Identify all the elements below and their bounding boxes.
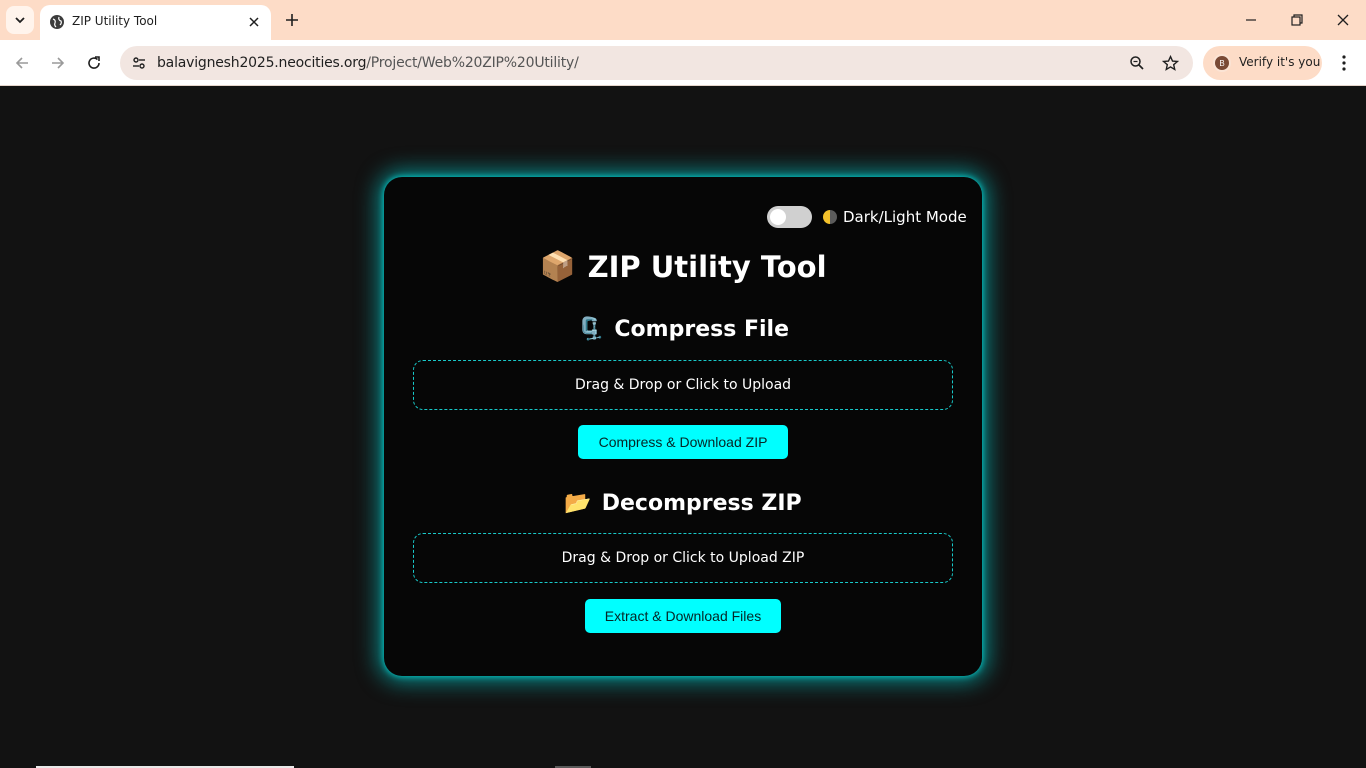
url-path: /Project/Web%20ZIP%20Utility/: [366, 55, 579, 71]
zoom-button[interactable]: [1126, 52, 1148, 74]
close-window-button[interactable]: [1328, 6, 1358, 34]
decompress-heading: 📂 Decompress ZIP: [384, 491, 982, 516]
avatar: B: [1213, 54, 1231, 72]
folder-icon: 📂: [564, 491, 592, 516]
zoom-icon: [1130, 56, 1144, 70]
restore-button[interactable]: [1282, 6, 1312, 34]
zip-tool-card: Dark/Light Mode 📦 ZIP Utility Tool 🗜️ Co…: [384, 177, 982, 676]
close-icon: [249, 17, 259, 27]
clamp-icon: 🗜️: [577, 317, 605, 342]
compress-heading: 🗜️ Compress File: [384, 317, 982, 342]
tab-title: ZIP Utility Tool: [72, 14, 158, 28]
plus-icon: [286, 14, 298, 26]
page-title-text: ZIP Utility Tool: [587, 249, 827, 284]
toggle-knob: [770, 209, 786, 225]
star-icon: [1161, 54, 1179, 71]
browser-menu-button[interactable]: [1331, 49, 1357, 77]
url-host: balavignesh2025.neocities.org: [157, 55, 367, 71]
theme-toggle-label: Dark/Light Mode: [823, 208, 967, 226]
tune-icon: [133, 57, 145, 69]
tab-strip: ZIP Utility Tool: [0, 0, 1366, 40]
globe-icon: [50, 15, 64, 29]
back-button[interactable]: [8, 49, 36, 77]
compress-heading-text: Compress File: [614, 317, 789, 342]
site-info-button[interactable]: [128, 52, 150, 74]
theme-toggle[interactable]: [767, 206, 812, 228]
compress-download-button[interactable]: Compress & Download ZIP: [578, 425, 788, 459]
compress-dropzone[interactable]: Drag & Drop or Click to Upload: [413, 360, 953, 410]
forward-button[interactable]: [44, 49, 72, 77]
browser-toolbar: balavignesh2025.neocities.org/Project/We…: [0, 40, 1366, 86]
minimize-button[interactable]: [1236, 6, 1266, 34]
tab-active[interactable]: ZIP Utility Tool: [40, 5, 271, 40]
profile-label: Verify it's you: [1239, 55, 1321, 69]
new-tab-button[interactable]: [280, 8, 304, 32]
address-bar[interactable]: balavignesh2025.neocities.org/Project/We…: [120, 46, 1193, 80]
reload-icon: [88, 56, 100, 69]
chevron-down-icon: [15, 17, 25, 24]
tab-search-button[interactable]: [6, 6, 34, 34]
decompress-dropzone[interactable]: Drag & Drop or Click to Upload ZIP: [413, 533, 953, 583]
page-viewport: Dark/Light Mode 📦 ZIP Utility Tool 🗜️ Co…: [0, 87, 1366, 768]
moon-icon: [823, 210, 837, 224]
package-icon: 📦: [539, 249, 576, 283]
profile-button[interactable]: B Verify it's you: [1203, 46, 1322, 80]
url-text: balavignesh2025.neocities.org/Project/We…: [157, 55, 579, 71]
arrow-right-icon: [52, 57, 65, 69]
extract-download-button[interactable]: Extract & Download Files: [585, 599, 781, 633]
theme-toggle-text: Dark/Light Mode: [843, 208, 967, 226]
close-icon: [1337, 14, 1349, 26]
page-title: 📦 ZIP Utility Tool: [384, 249, 982, 284]
decompress-heading-text: Decompress ZIP: [601, 491, 802, 516]
reload-button[interactable]: [80, 49, 108, 77]
restore-icon: [1291, 14, 1303, 26]
tab-close-button[interactable]: [246, 14, 262, 30]
arrow-left-icon: [15, 57, 28, 69]
more-vert-icon: [1342, 55, 1346, 71]
bookmark-button[interactable]: [1159, 52, 1181, 74]
minimize-icon: [1246, 19, 1256, 21]
